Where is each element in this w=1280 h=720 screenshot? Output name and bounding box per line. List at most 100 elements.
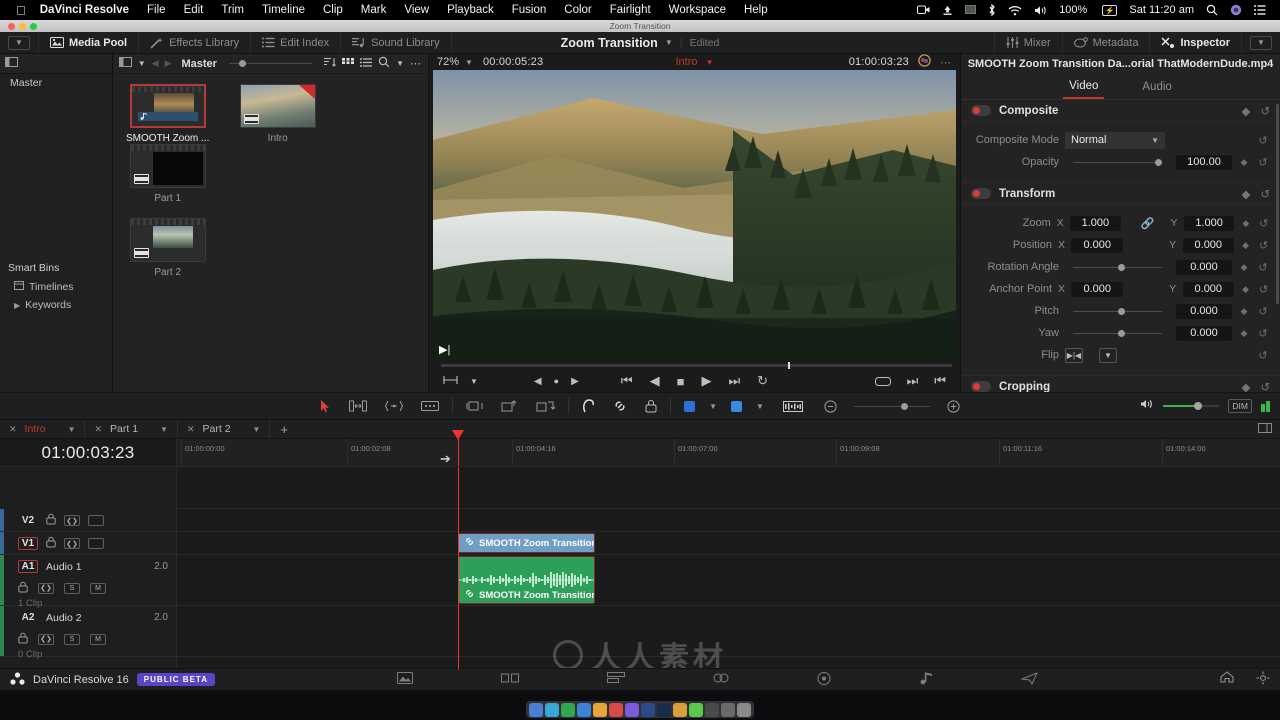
timeline-current-timecode[interactable]: 01:00:03:23 — [0, 439, 177, 466]
track-v1-id[interactable]: V1 — [18, 537, 38, 550]
audio-waveform-icon[interactable] — [769, 400, 812, 412]
menu-mark[interactable]: Mark — [352, 4, 396, 16]
chevron-down-icon[interactable]: ▼ — [138, 59, 146, 68]
auto-track-icon[interactable]: ❮❯ — [64, 538, 80, 549]
home-icon[interactable] — [1220, 671, 1234, 688]
tab-audio[interactable]: Audio — [1136, 74, 1177, 99]
track-header-a2[interactable]: A2 Audio 2 2.0 ❮❯ S M 0 Clip — [0, 606, 176, 660]
sort-icon[interactable] — [324, 57, 336, 70]
lock-icon[interactable] — [636, 399, 666, 413]
reset-icon[interactable]: ↺ — [1257, 217, 1270, 230]
chevron-down-icon[interactable]: ▼ — [68, 425, 76, 434]
lock-icon[interactable] — [46, 536, 56, 551]
solo-button[interactable]: S — [64, 582, 80, 594]
selection-arrow-icon[interactable] — [311, 399, 340, 413]
dock-music-icon[interactable] — [609, 702, 623, 717]
grid-view-icon[interactable] — [342, 57, 355, 70]
media-page-icon[interactable] — [396, 672, 413, 687]
yaw-value[interactable]: 0.000 — [1176, 325, 1232, 341]
anchor-x-value[interactable]: 0.000 — [1071, 281, 1123, 297]
lock-icon[interactable] — [46, 513, 56, 528]
loop-button[interactable]: ↻ — [757, 373, 768, 389]
battery-icon[interactable]: ⚡ — [1093, 4, 1123, 16]
track-a2-id[interactable]: A2 — [18, 612, 38, 623]
forward-icon[interactable]: ▶ — [165, 58, 172, 69]
cut-page-icon[interactable] — [500, 672, 519, 687]
reset-icon[interactable]: ↺ — [1256, 156, 1270, 169]
apple-menu-icon[interactable]:  — [8, 4, 36, 17]
toolbar-effects-library-button[interactable]: Effects Library — [139, 32, 252, 53]
bluetooth-icon[interactable] — [982, 4, 1002, 16]
dock-downloads-icon[interactable] — [737, 702, 751, 717]
flip-vertical-button[interactable]: ▼ — [1099, 347, 1117, 363]
menu-clip[interactable]: Clip — [314, 4, 352, 16]
keyframe-icon[interactable]: ◆ — [1238, 306, 1250, 317]
inspector-scrollbar[interactable] — [1276, 104, 1279, 304]
edit-page-icon[interactable] — [606, 672, 625, 687]
menu-help[interactable]: Help — [735, 4, 777, 16]
replace-clip-icon[interactable] — [527, 400, 564, 412]
bins-master-item[interactable]: Master — [0, 74, 112, 92]
chevron-down-icon[interactable]: ▼ — [253, 425, 261, 434]
dock-notes-icon[interactable] — [593, 702, 607, 717]
close-icon[interactable]: ✕ — [9, 424, 17, 435]
toolbar-sound-library-button[interactable]: Sound Library — [341, 32, 452, 53]
auto-track-icon[interactable]: ❮❯ — [38, 633, 54, 645]
opacity-slider[interactable] — [1073, 158, 1162, 166]
play-button[interactable]: ▶ — [701, 373, 711, 389]
video-enable-icon[interactable] — [88, 515, 104, 526]
timeline-ruler[interactable]: 01:00:00:00 01:00:02:08 01:00:04:16 01:0… — [177, 430, 1280, 466]
track-header-v1[interactable]: V1 ❮❯ — [0, 532, 176, 555]
flag-icon[interactable] — [675, 400, 704, 412]
reset-icon[interactable]: ↺ — [1256, 261, 1270, 274]
keyframe-icon[interactable]: ◆ — [1240, 240, 1251, 251]
reset-icon[interactable]: ↺ — [1260, 380, 1270, 393]
chevron-down-icon[interactable]: ▼ — [160, 425, 168, 434]
media-clip-part-2[interactable]: Part 2 — [119, 218, 217, 278]
back-icon[interactable]: ◀ — [152, 58, 159, 69]
section-header-composite[interactable]: Composite ◆ ↺ — [961, 100, 1280, 122]
settings-icon[interactable] — [1256, 671, 1270, 688]
tab-video[interactable]: Video — [1063, 74, 1105, 99]
timeline-clip-a1[interactable]: SMOOTH Zoom Transition ... — [458, 556, 595, 604]
rotation-angle-value[interactable]: 0.000 — [1176, 259, 1232, 275]
stop-button[interactable]: ■ — [677, 374, 685, 389]
macos-dock[interactable] — [526, 701, 754, 718]
menu-trim[interactable]: Trim — [212, 4, 253, 16]
toolbar-edit-index-button[interactable]: Edit Index — [251, 32, 342, 53]
keyframe-icon[interactable]: ◆ — [1242, 380, 1251, 393]
lock-icon[interactable] — [18, 581, 28, 596]
toolbar-inspector-button[interactable]: Inspector — [1150, 32, 1242, 53]
timeline-tab-intro[interactable]: ✕ Intro ▼ — [0, 420, 86, 438]
more-options-icon[interactable]: ⋯ — [410, 57, 422, 70]
anchor-y-value[interactable]: 0.000 — [1182, 281, 1235, 297]
dock-trash-icon[interactable] — [721, 702, 735, 717]
position-y-value[interactable]: 0.000 — [1182, 237, 1235, 253]
timeline-view-options-icon[interactable] — [1258, 422, 1272, 436]
timeline-lane-a1[interactable]: SMOOTH Zoom Transition ... — [177, 555, 1280, 606]
widescreen-icon[interactable] — [874, 374, 891, 389]
marker-dot-icon[interactable]: ● — [554, 376, 559, 386]
timeline-lane-v1[interactable]: SMOOTH Zoom Transition ... — [177, 532, 1280, 555]
menu-fusion[interactable]: Fusion — [503, 4, 556, 16]
reset-icon[interactable]: ↺ — [1256, 349, 1270, 362]
timeline-zoom-slider[interactable] — [853, 402, 930, 410]
timeline-tab-part-1[interactable]: ✕ Part 1 ▼ — [85, 420, 178, 438]
zoom-y-value[interactable]: 1.000 — [1183, 215, 1235, 231]
overwrite-clip-icon[interactable] — [492, 400, 527, 412]
airdrop-icon[interactable] — [936, 5, 959, 16]
next-clip-icon[interactable]: ⏭ — [907, 373, 919, 389]
chevron-down-icon[interactable]: ▼ — [665, 38, 673, 47]
volume-icon[interactable] — [1028, 5, 1053, 16]
media-clip-part-1[interactable]: Part 1 — [119, 144, 217, 204]
sidebar-item-timelines[interactable]: Timelines — [0, 278, 112, 296]
dock-finder-icon[interactable] — [529, 702, 543, 717]
linked-selection-icon[interactable] — [604, 399, 636, 413]
master-volume-slider[interactable] — [1163, 402, 1220, 410]
composite-enable-toggle[interactable] — [971, 105, 991, 116]
zoom-x-value[interactable]: 1.000 — [1070, 215, 1121, 231]
play-reverse-button[interactable]: ◀ — [650, 373, 660, 389]
section-header-transform[interactable]: Transform ◆ ↺ — [961, 183, 1280, 205]
keyframe-icon[interactable]: ◆ — [1238, 328, 1250, 339]
menu-clock[interactable]: Sat 11:20 am — [1123, 4, 1200, 16]
